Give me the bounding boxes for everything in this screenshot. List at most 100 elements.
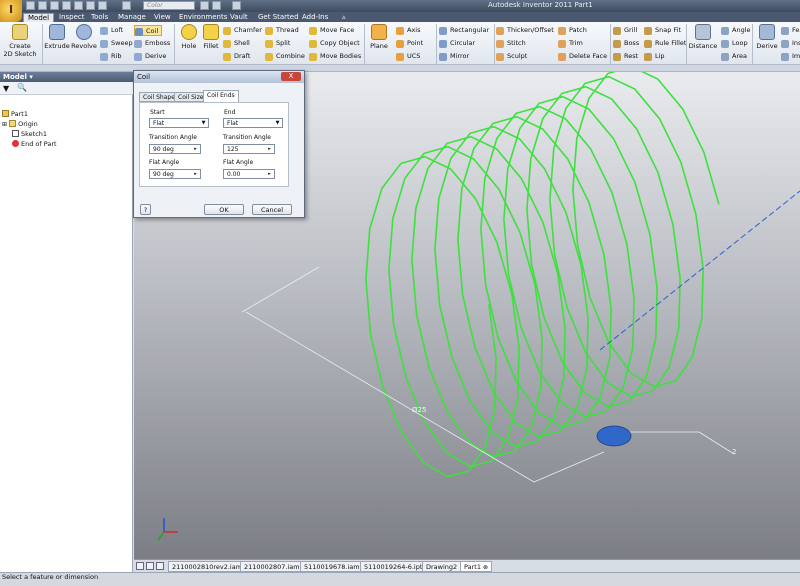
- tab-coil-ends[interactable]: Coil Ends: [203, 90, 239, 102]
- start-transition-angle-input[interactable]: 90 deg ▸: [149, 144, 201, 154]
- filter-icon[interactable]: ▼: [3, 84, 9, 93]
- cascade-icon[interactable]: [146, 562, 154, 570]
- shell-button[interactable]: Shell: [223, 38, 250, 49]
- lip-button[interactable]: Lip: [644, 51, 665, 62]
- close-icon[interactable]: X: [281, 72, 301, 81]
- find-icon[interactable]: 🔍: [17, 83, 27, 92]
- create-2d-sketch-button[interactable]: Create 2D Sketch: [2, 24, 38, 58]
- insert-fea-button[interactable]: Fea: [781, 25, 800, 36]
- arrow-right-icon[interactable]: ▸: [266, 171, 273, 178]
- arrange-icon[interactable]: [156, 562, 164, 570]
- doc-tab-5[interactable]: Drawing2: [422, 561, 462, 572]
- distance-button[interactable]: Distance: [688, 24, 718, 50]
- browser-header[interactable]: Model ▾: [0, 72, 133, 82]
- circular-pattern-button[interactable]: Circular: [439, 38, 475, 49]
- customize-icon[interactable]: [232, 1, 241, 10]
- combine-button[interactable]: Combine: [265, 51, 305, 62]
- tree-item-sketch1[interactable]: Sketch1: [12, 130, 47, 139]
- plane-icon: [371, 24, 387, 40]
- tree-item-part1[interactable]: Part1: [2, 110, 28, 119]
- home-icon[interactable]: [86, 1, 95, 10]
- split-button[interactable]: Split: [265, 38, 290, 49]
- tree-item-origin[interactable]: ⊞ Origin: [2, 120, 38, 129]
- patch-button[interactable]: Patch: [558, 25, 587, 36]
- doc-tab-4[interactable]: 5110019264-6.ipt: [360, 561, 427, 572]
- copy-object-button[interactable]: Copy Object: [309, 38, 360, 49]
- doc-tab-6[interactable]: Part1 ⊗: [460, 561, 493, 572]
- area-button[interactable]: Area: [721, 51, 747, 62]
- ok-button[interactable]: OK: [204, 204, 244, 215]
- draft-button[interactable]: Draft: [223, 51, 250, 62]
- open-icon[interactable]: [38, 1, 47, 10]
- save-icon[interactable]: [50, 1, 59, 10]
- expand-icon[interactable]: ⊞: [2, 121, 7, 128]
- rule-fillet-button[interactable]: Rule Fillet: [644, 38, 686, 49]
- grill-button[interactable]: Grill: [613, 25, 637, 36]
- end-flat-angle-input[interactable]: 0.00 ▸: [223, 169, 275, 179]
- start-flat-angle-input[interactable]: 90 deg ▸: [149, 169, 201, 179]
- doc-tab-2[interactable]: 2110002807.iam: [240, 561, 304, 572]
- emboss-button[interactable]: Emboss: [134, 38, 170, 49]
- move-bodies-button[interactable]: Move Bodies: [309, 51, 361, 62]
- help-button[interactable]: ?: [140, 204, 151, 215]
- thicken-offset-button[interactable]: Thicken/Offset: [496, 25, 554, 36]
- start-dropdown[interactable]: Flat ▼: [149, 118, 209, 128]
- revolve-button[interactable]: Revolve: [71, 24, 97, 50]
- stitch-button[interactable]: Stitch: [496, 38, 526, 49]
- redo-icon[interactable]: [74, 1, 83, 10]
- diameter-dimension-label[interactable]: Ø25: [412, 406, 426, 414]
- tree-item-end-of-part[interactable]: End of Part: [12, 140, 57, 149]
- trim-button[interactable]: Trim: [558, 38, 583, 49]
- select-icon[interactable]: [98, 1, 107, 10]
- measure-icon[interactable]: [212, 1, 221, 10]
- arrow-right-icon[interactable]: ▸: [192, 146, 199, 153]
- move-face-button[interactable]: Move Face: [309, 25, 354, 36]
- end-flat-angle-label: Flat Angle: [223, 159, 254, 166]
- axis-button[interactable]: Axis: [396, 25, 421, 36]
- coil-button[interactable]: Coil: [134, 25, 163, 36]
- delete-face-button[interactable]: Delete Face: [558, 51, 607, 62]
- fillet-button[interactable]: Fillet: [198, 24, 224, 50]
- cancel-button[interactable]: Cancel: [252, 204, 292, 215]
- boss-button[interactable]: Boss: [613, 38, 639, 49]
- tab-coil-shape[interactable]: Coil Shape: [139, 92, 179, 102]
- derive-button-small[interactable]: Derive: [134, 51, 166, 62]
- end-dropdown[interactable]: Flat ▼: [223, 118, 283, 128]
- tab-close-icon[interactable]: ⊗: [483, 564, 488, 571]
- arrow-right-icon[interactable]: ▸: [266, 146, 273, 153]
- end-transition-angle-input[interactable]: 125 ▸: [223, 144, 275, 154]
- undo-icon[interactable]: [62, 1, 71, 10]
- plane-button[interactable]: Plane: [366, 24, 392, 50]
- arrow-right-icon[interactable]: ▸: [192, 171, 199, 178]
- tile-icon[interactable]: [136, 562, 144, 570]
- parameters-icon[interactable]: [200, 1, 209, 10]
- point-button[interactable]: Point: [396, 38, 423, 49]
- update-icon[interactable]: [122, 1, 131, 10]
- rest-button[interactable]: Rest: [613, 51, 638, 62]
- rib-button[interactable]: Rib: [100, 51, 121, 62]
- document-tab-bar: 2110002810rev2.iam 2110002807.iam 511001…: [134, 559, 800, 572]
- insert-imp-button[interactable]: Imp: [781, 51, 800, 62]
- loft-button[interactable]: Loft: [100, 25, 123, 36]
- rectangular-pattern-button[interactable]: Rectangular: [439, 25, 489, 36]
- draft-icon: [223, 53, 231, 61]
- extrude-button[interactable]: Extrude: [44, 24, 70, 50]
- mirror-button[interactable]: Mirror: [439, 51, 469, 62]
- loop-button[interactable]: Loop: [721, 38, 748, 49]
- color-selector[interactable]: Color: [143, 1, 195, 10]
- chamfer-button[interactable]: Chamfer: [223, 25, 262, 36]
- insert-ins-button[interactable]: Ins: [781, 38, 800, 49]
- doc-tab-1[interactable]: 2110002810rev2.iam: [168, 561, 247, 572]
- ucs-button[interactable]: UCS: [396, 51, 420, 62]
- angle-button[interactable]: Angle: [721, 25, 751, 36]
- snap-fit-button[interactable]: Snap Fit: [644, 25, 681, 36]
- thread-button[interactable]: Thread: [265, 25, 299, 36]
- pitch-dimension-label[interactable]: 2: [732, 448, 736, 456]
- sweep-button[interactable]: Sweep: [100, 38, 133, 49]
- new-icon[interactable]: [26, 1, 35, 10]
- application-menu-button[interactable]: I: [0, 0, 22, 22]
- grill-icon: [613, 27, 621, 35]
- derive-button[interactable]: Derive: [754, 24, 780, 50]
- doc-tab-3[interactable]: 5110019678.iam: [300, 561, 364, 572]
- sculpt-button[interactable]: Sculpt: [496, 51, 527, 62]
